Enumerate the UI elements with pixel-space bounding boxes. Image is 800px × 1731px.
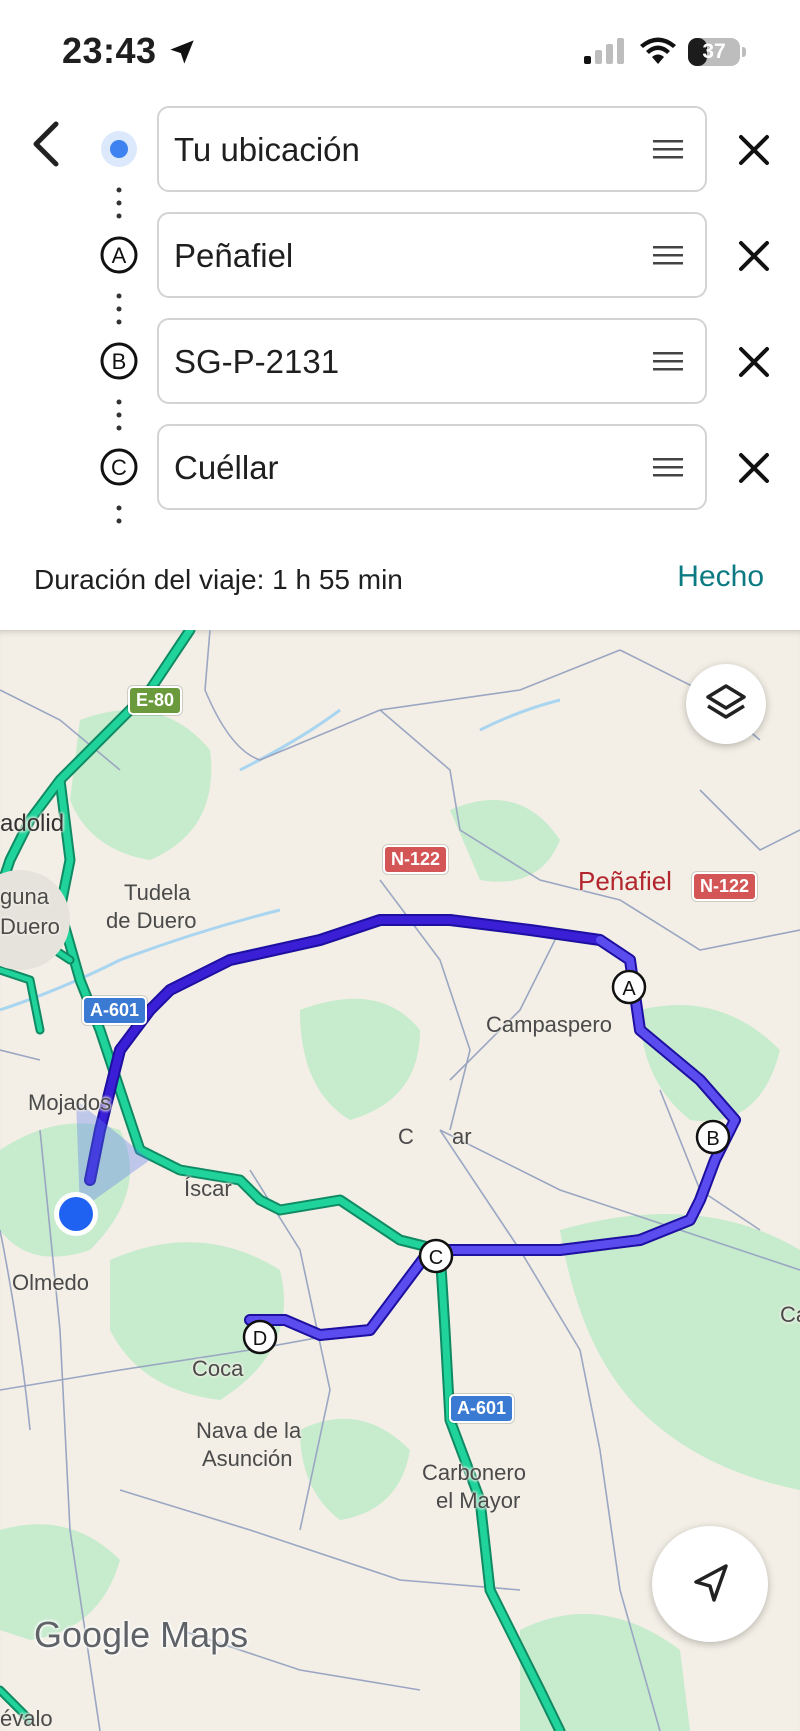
- place-label: Coca: [192, 1356, 244, 1381]
- start-navigation-button[interactable]: [652, 1526, 768, 1642]
- waypoint-c-marker-icon: C: [100, 448, 138, 486]
- waypoint-a-marker-icon: A: [100, 236, 138, 274]
- drag-handle-icon[interactable]: [653, 139, 683, 159]
- stop-row-a: A Peñafiel: [0, 212, 800, 302]
- stop-c-field[interactable]: Cuéllar: [157, 424, 707, 510]
- remove-stop-icon[interactable]: [736, 238, 772, 274]
- place-label: Nava de la: [196, 1418, 302, 1443]
- place-label: évalo: [0, 1706, 53, 1731]
- waypoint-d-pin: D: [242, 1319, 278, 1355]
- stop-a-field[interactable]: Peñafiel: [157, 212, 707, 298]
- road-shield-a601: A-601: [449, 1394, 515, 1423]
- map-view[interactable]: A B C D E-80 N-122 N-122 A-601 A-601 ado…: [0, 630, 800, 1731]
- place-label: Tudela: [124, 880, 191, 905]
- map-waypoint-c-label: C: [429, 1247, 443, 1269]
- origin-field-text: Tu ubicación: [174, 131, 360, 168]
- road-shield-n122: N-122: [383, 845, 449, 874]
- waypoint-b-pin: B: [695, 1119, 731, 1155]
- remove-stop-icon[interactable]: [736, 344, 772, 380]
- road-shield-n122: N-122: [692, 872, 758, 901]
- layers-button[interactable]: [686, 664, 766, 744]
- place-label: de Duero: [106, 908, 197, 933]
- waypoint-c-letter: C: [111, 455, 127, 480]
- stop-row-origin: Tu ubicación: [0, 106, 800, 196]
- remove-stop-icon[interactable]: [736, 450, 772, 486]
- place-label: adolid: [0, 810, 65, 837]
- layers-icon: [706, 684, 746, 719]
- battery-icon: 37: [688, 38, 740, 66]
- current-location-marker: [54, 1192, 98, 1236]
- clock: 23:43: [62, 30, 157, 71]
- place-label: C: [398, 1124, 414, 1149]
- stop-c-field-text: Cuéllar: [174, 449, 279, 486]
- wifi-icon: [640, 37, 676, 64]
- remove-stop-icon[interactable]: [736, 132, 772, 168]
- place-label-penafiel: Peñafiel: [578, 866, 672, 896]
- place-label: Ca: [780, 1302, 800, 1327]
- location-arrow-icon: [170, 40, 194, 64]
- place-label: ar: [452, 1124, 472, 1149]
- stop-a-field-text: Peñafiel: [174, 237, 294, 274]
- map-waypoint-b-label: B: [706, 1128, 719, 1150]
- connector-dots: [116, 505, 122, 524]
- trip-summary-bar: Duración del viaje: 1 h 55 min Hecho: [0, 540, 800, 630]
- place-label: Duero: [0, 914, 60, 939]
- place-label: Campaspero: [486, 1012, 612, 1037]
- place-label: guna: [0, 884, 49, 909]
- map-waypoint-d-label: D: [253, 1328, 267, 1350]
- stop-row-b: B SG-P-2131: [0, 318, 800, 408]
- road-shield-a601: A-601: [82, 996, 148, 1025]
- google-logo-text: Google: [34, 1614, 151, 1655]
- place-label: Asunción: [202, 1446, 293, 1471]
- map-waypoint-a-label: A: [622, 978, 636, 1000]
- origin-field[interactable]: Tu ubicación: [157, 106, 707, 192]
- current-location-dot-icon: [101, 131, 137, 167]
- drag-handle-icon[interactable]: [653, 245, 683, 265]
- place-label: el Mayor: [436, 1488, 521, 1513]
- stop-b-field-text: SG-P-2131: [174, 343, 340, 380]
- status-bar: 23:43 37: [0, 0, 800, 100]
- navigation-arrow-icon: [694, 1564, 728, 1602]
- place-label: Olmedo: [12, 1270, 90, 1295]
- stop-row-c: C Cuéllar: [0, 424, 800, 514]
- maps-logo-text: Maps: [160, 1614, 249, 1655]
- cellular-signal-icon: [584, 38, 624, 64]
- place-label: Mojados: [28, 1090, 112, 1115]
- drag-handle-icon[interactable]: [653, 457, 683, 477]
- waypoint-b-letter: B: [112, 349, 127, 374]
- battery-nub: [742, 47, 746, 57]
- road-shield-e80: E-80: [128, 686, 183, 715]
- stop-b-field[interactable]: SG-P-2131: [157, 318, 707, 404]
- waypoint-a-pin: A: [611, 969, 647, 1005]
- waypoint-a-letter: A: [112, 243, 127, 268]
- waypoint-c-pin: C: [418, 1238, 454, 1274]
- trip-duration: Duración del viaje: 1 h 55 min: [34, 564, 403, 595]
- place-label: Carbonero: [422, 1460, 526, 1485]
- google-maps-logo: Google Maps: [34, 1614, 248, 1656]
- place-label: Íscar: [184, 1176, 232, 1201]
- battery-percentage: 37: [702, 40, 726, 63]
- done-button[interactable]: Hecho: [677, 560, 764, 594]
- waypoint-b-marker-icon: B: [100, 342, 138, 380]
- drag-handle-icon[interactable]: [653, 351, 683, 371]
